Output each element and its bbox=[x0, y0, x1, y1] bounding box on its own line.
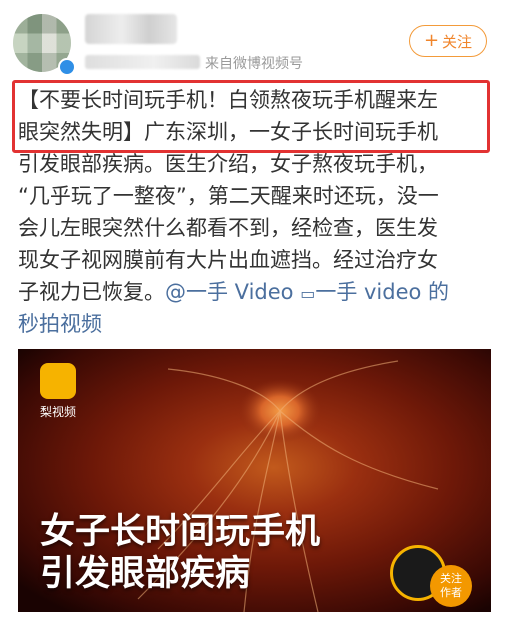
video-caption-line: 女子长时间玩手机 bbox=[40, 512, 321, 552]
follow-button-label: 关注 bbox=[442, 32, 473, 51]
video-caption-line: 引发眼部疾病 bbox=[40, 554, 251, 594]
pear-video-logo bbox=[40, 363, 76, 399]
video-caption: 女子长时间玩手机 引发眼部疾病 bbox=[40, 511, 320, 595]
post-line-text: 子视力已恢复。 bbox=[18, 280, 165, 304]
post-line: 现女子视网膜前有大片出血遮挡。经过治疗女 bbox=[18, 248, 438, 272]
video-source-link[interactable]: 一手 video 的 bbox=[315, 280, 449, 304]
video-link-icon: ▭ bbox=[300, 284, 316, 303]
username-blurred[interactable] bbox=[85, 14, 177, 44]
post-line: 【不要长时间玩手机！白领熬夜玩手机醒来左 bbox=[18, 88, 438, 112]
verified-badge-icon bbox=[58, 58, 76, 76]
post-time-blurred bbox=[85, 55, 200, 69]
follow-button[interactable]: + 关注 bbox=[409, 25, 487, 57]
post-text: 【不要长时间玩手机！白领熬夜玩手机醒来左 眼突然失明】广东深圳，一女子长时间玩手… bbox=[18, 84, 492, 340]
mention-link[interactable]: @一手 Video bbox=[165, 280, 294, 304]
post-line: 会儿左眼突然什么都看不到，经检查，医生发 bbox=[18, 216, 438, 240]
follow-author-label: 作者 bbox=[440, 586, 462, 599]
pear-video-label: 梨视频 bbox=[39, 405, 76, 419]
follow-author-button[interactable]: 关注 作者 bbox=[430, 565, 472, 607]
follow-author-label: 关注 bbox=[440, 572, 462, 585]
video-player[interactable]: 梨视频 女子长时间玩手机 引发眼部疾病 关注 作者 bbox=[18, 349, 491, 612]
post-line: 秒拍视频 bbox=[18, 308, 492, 340]
post-line: 眼突然失明】广东深圳，一女子长时间玩手机 bbox=[18, 120, 438, 144]
post-line: 引发眼部疾病。医生介绍，女子熬夜玩手机， bbox=[18, 152, 438, 176]
plus-icon: + bbox=[423, 30, 440, 51]
post-line: “几乎玩了一整夜”，第二天醒来时还玩，没一 bbox=[18, 184, 439, 208]
post-source: 来自微博视频号 bbox=[205, 56, 303, 72]
post-line: 子视力已恢复。@一手 Video ▭一手 video 的 bbox=[18, 276, 492, 308]
video-source-link-cont[interactable]: 秒拍视频 bbox=[18, 312, 102, 336]
